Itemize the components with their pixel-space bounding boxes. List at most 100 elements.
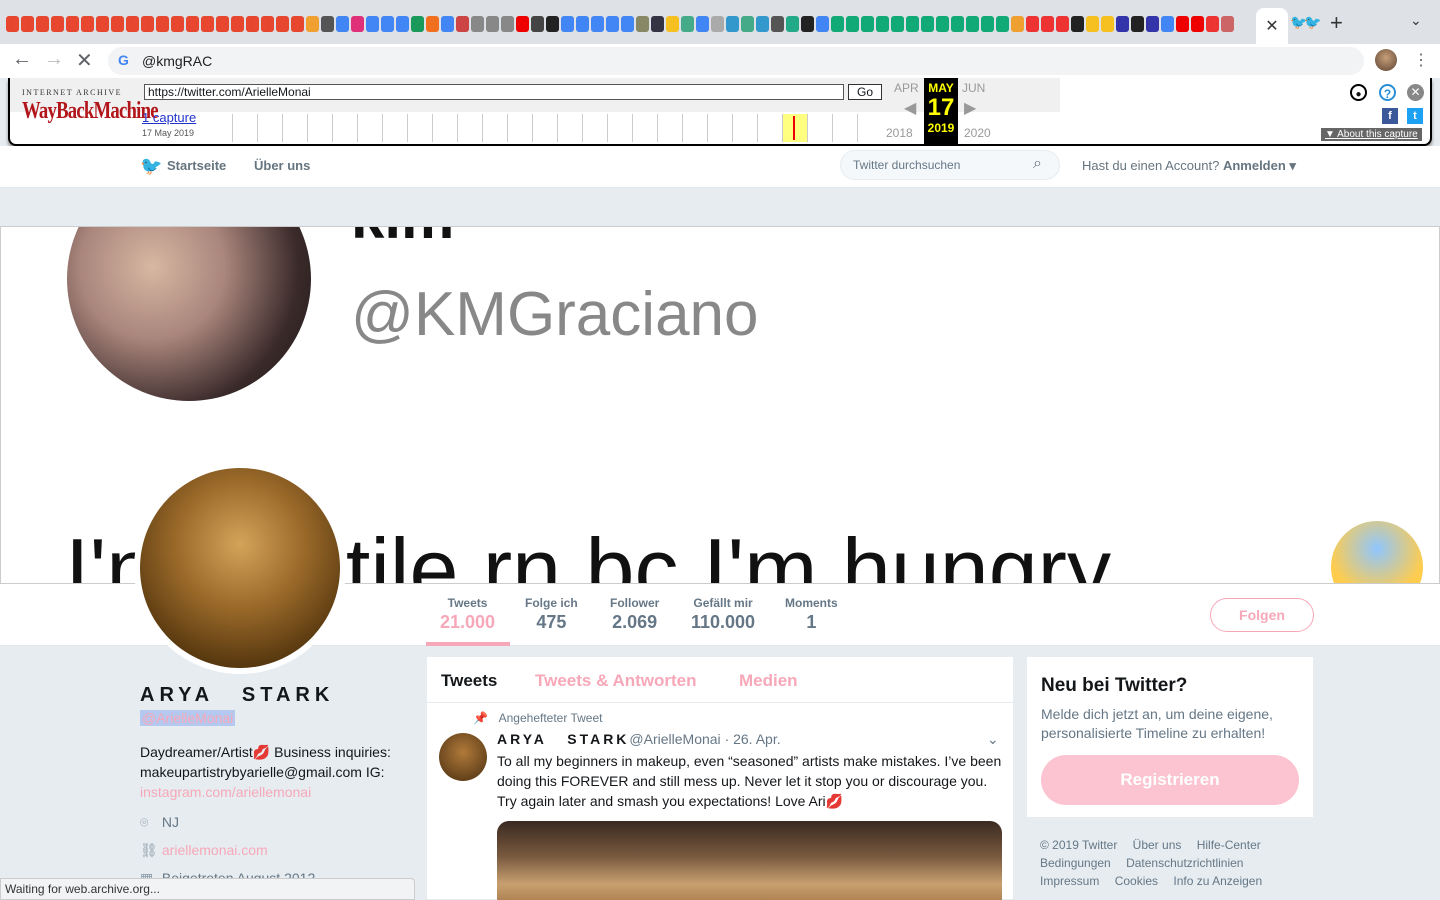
tab-favicon[interactable]: [1161, 16, 1174, 32]
prev-year[interactable]: 2018: [886, 126, 913, 140]
active-tab[interactable]: ✕: [1256, 8, 1288, 44]
tab-favicon[interactable]: [681, 16, 694, 32]
bio-instagram-link[interactable]: instagram.com/ariellemonai: [140, 784, 311, 800]
tab-favicon[interactable]: [591, 16, 604, 32]
sparkline-year-cell[interactable]: [332, 114, 357, 142]
tab-favicon[interactable]: [531, 16, 544, 32]
tab-favicon-row[interactable]: [6, 16, 1256, 34]
tab-favicon[interactable]: [201, 16, 214, 32]
prev-month[interactable]: APR: [894, 81, 919, 95]
sparkline-year-cell[interactable]: [757, 114, 782, 142]
tab-favicon[interactable]: [1191, 16, 1204, 32]
tab-favicon[interactable]: [891, 16, 904, 32]
register-button[interactable]: Registrieren: [1041, 755, 1299, 805]
tab-favicon[interactable]: [576, 16, 589, 32]
login-link[interactable]: Anmelden ▾: [1223, 158, 1296, 173]
profile-name[interactable]: ARYA STARK: [140, 684, 334, 707]
tab-favicon[interactable]: [621, 16, 634, 32]
tab-favicon[interactable]: [966, 16, 979, 32]
more-menu-icon[interactable]: ⋮: [1413, 50, 1429, 70]
footer-link[interactable]: Hilfe-Center: [1197, 838, 1261, 852]
next-month[interactable]: JUN: [962, 81, 985, 95]
profile-handle[interactable]: @ArielleMonai: [140, 710, 236, 726]
footer-link[interactable]: Cookies: [1115, 874, 1158, 888]
tab-favicon[interactable]: [486, 16, 499, 32]
facebook-icon[interactable]: f: [1382, 108, 1398, 124]
tab-favicon[interactable]: [861, 16, 874, 32]
stat-followers[interactable]: Follower 2.069: [610, 596, 659, 633]
tweet-date[interactable]: · 26. Apr.: [725, 731, 781, 747]
sparkline-year-cell[interactable]: [707, 114, 732, 142]
tab-favicon[interactable]: [1026, 16, 1039, 32]
about-capture-link[interactable]: ▼ About this capture: [1321, 128, 1422, 141]
next-arrow-icon[interactable]: ▶: [964, 98, 976, 118]
tab-favicon[interactable]: [171, 16, 184, 32]
tab-favicon[interactable]: [561, 16, 574, 32]
sparkline-year-cell[interactable]: [857, 114, 882, 142]
tab-favicon[interactable]: [801, 16, 814, 32]
tab-favicon[interactable]: [216, 16, 229, 32]
tab-favicon[interactable]: [696, 16, 709, 32]
tab-favicon[interactable]: [336, 16, 349, 32]
prev-arrow-icon[interactable]: ◀: [904, 98, 916, 118]
sparkline-year-cell[interactable]: [632, 114, 657, 142]
tab-favicon[interactable]: [126, 16, 139, 32]
sparkline-year-cell[interactable]: [382, 114, 407, 142]
profile-avatar-large[interactable]: [134, 462, 346, 674]
footer-link[interactable]: Datenschutzrichtlinien: [1126, 856, 1243, 870]
tab-favicon[interactable]: [711, 16, 724, 32]
search-icon[interactable]: ⌕: [1033, 155, 1042, 173]
tab-favicon[interactable]: [1056, 16, 1069, 32]
tab-favicon[interactable]: [6, 16, 19, 32]
tab-favicon[interactable]: [51, 16, 64, 32]
tab-favicon[interactable]: [396, 16, 409, 32]
sparkline-year-cell[interactable]: [282, 114, 307, 142]
tab-favicon[interactable]: [831, 16, 844, 32]
tab-favicon[interactable]: [921, 16, 934, 32]
tab-favicon[interactable]: [501, 16, 514, 32]
website-link[interactable]: ariellemonai.com: [162, 842, 268, 858]
sparkline-year-cell[interactable]: [407, 114, 432, 142]
help-icon[interactable]: ?: [1379, 84, 1396, 101]
tweet-avatar[interactable]: [439, 733, 487, 781]
tab-favicon[interactable]: [81, 16, 94, 32]
stat-tweets[interactable]: Tweets 21.000: [440, 596, 495, 633]
nav-about[interactable]: Über uns: [254, 158, 310, 173]
sparkline-year-cell[interactable]: [432, 114, 457, 142]
wayback-url-input[interactable]: https://twitter.com/ArielleMonai: [144, 84, 844, 100]
tab-favicon[interactable]: [1101, 16, 1114, 32]
profile-avatar[interactable]: [1375, 49, 1397, 71]
footer-link[interactable]: Info zu Anzeigen: [1173, 874, 1262, 888]
tab-favicon[interactable]: [276, 16, 289, 32]
next-year[interactable]: 2020: [964, 126, 991, 140]
wayback-logo[interactable]: WayBackMachine: [22, 98, 159, 125]
tab-favicon[interactable]: [21, 16, 34, 32]
capture-sparkline[interactable]: [232, 114, 882, 142]
chevron-down-icon[interactable]: ⌄: [987, 731, 999, 748]
tab-favicon[interactable]: [876, 16, 889, 32]
tab-favicon[interactable]: [471, 16, 484, 32]
close-tab-icon[interactable]: ✕: [1265, 16, 1278, 36]
tweet-media-image[interactable]: [497, 821, 1002, 900]
tab-favicon[interactable]: [1176, 16, 1189, 32]
tab-favicon[interactable]: [1011, 16, 1024, 32]
sparkline-year-cell[interactable]: [507, 114, 532, 142]
tab-favicon[interactable]: [741, 16, 754, 32]
tab-favicon[interactable]: [1206, 16, 1219, 32]
sparkline-year-cell[interactable]: [532, 114, 557, 142]
tab-favicon[interactable]: [1086, 16, 1099, 32]
tab-favicon[interactable]: [726, 16, 739, 32]
tab-favicon[interactable]: [231, 16, 244, 32]
footer-link[interactable]: Bedingungen: [1040, 856, 1111, 870]
tab-favicon[interactable]: [1221, 16, 1234, 32]
follow-button[interactable]: Folgen: [1210, 598, 1314, 632]
tab-favicon[interactable]: [846, 16, 859, 32]
tab-favicon[interactable]: [321, 16, 334, 32]
tab-favicon[interactable]: [1146, 16, 1159, 32]
tab-favicon[interactable]: [66, 16, 79, 32]
address-bar[interactable]: G @kmgRAC: [108, 47, 1364, 75]
user-icon[interactable]: ●: [1350, 84, 1367, 101]
tab-favicon[interactable]: [546, 16, 559, 32]
nav-home[interactable]: Startseite: [167, 158, 226, 173]
tab-favicon[interactable]: [1071, 16, 1084, 32]
